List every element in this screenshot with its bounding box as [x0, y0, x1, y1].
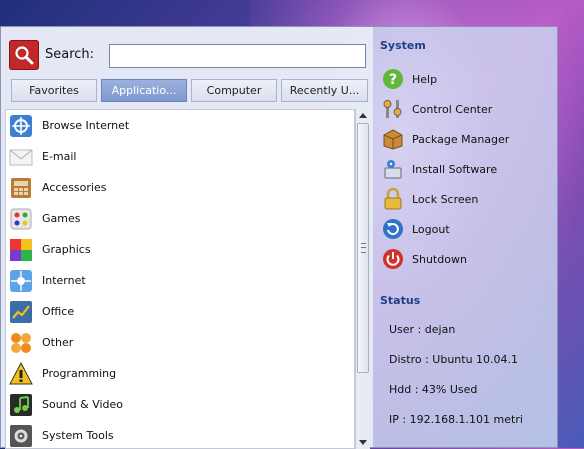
list-item[interactable]: Internet [6, 265, 354, 296]
category-label: Other [42, 336, 74, 349]
system-item-lock-screen[interactable]: Lock Screen [381, 186, 478, 212]
office-icon [8, 299, 34, 325]
menu-left-pane: Search: Favorites Applicatio... Computer… [1, 27, 373, 449]
search-input[interactable] [109, 44, 366, 68]
install-software-icon [381, 157, 405, 181]
category-label: E-mail [42, 150, 77, 163]
other-icon [8, 330, 34, 356]
category-label: Games [42, 212, 81, 225]
tab-recently-used[interactable]: Recently U... [281, 79, 368, 102]
system-item-label: Control Center [412, 102, 493, 116]
system-item-label: Install Software [412, 162, 498, 176]
list-item[interactable]: Other [6, 327, 354, 358]
category-label: Office [42, 305, 75, 318]
status-distro: Distro : Ubuntu 10.04.1 [389, 353, 519, 366]
list-item[interactable]: Sound & Video [6, 389, 354, 420]
status-user: User : dejan [389, 323, 456, 336]
tab-computer[interactable]: Computer [191, 79, 277, 102]
tab-applications[interactable]: Applicatio... [101, 79, 187, 102]
list-item[interactable]: Browse Internet [6, 110, 354, 141]
list-item[interactable]: E-mail [6, 141, 354, 172]
logout-icon [381, 217, 405, 241]
search-label: Search: [45, 47, 95, 62]
list-item[interactable]: Graphics [6, 234, 354, 265]
graphics-icon [8, 237, 34, 263]
programming-icon [8, 361, 34, 387]
category-label: Sound & Video [42, 398, 124, 411]
sound-video-icon [8, 392, 34, 418]
category-label: Internet [42, 274, 86, 287]
list-item[interactable]: Programming [6, 358, 354, 389]
status-section-title: Status [380, 294, 421, 307]
control-center-icon [381, 97, 405, 121]
list-item[interactable]: System Tools [6, 420, 354, 449]
application-menu: Search: Favorites Applicatio... Computer… [0, 26, 558, 449]
scroll-down-arrow-icon[interactable] [359, 440, 367, 445]
lock-icon [381, 187, 405, 211]
email-icon [8, 144, 34, 170]
category-label: Graphics [42, 243, 91, 256]
svg-text:?: ? [389, 72, 397, 88]
grip-icon [361, 243, 366, 253]
list-item[interactable]: Accessories [6, 172, 354, 203]
menu-right-pane: System ? Help Control Center Package Man… [373, 27, 557, 447]
list-item[interactable]: Office [6, 296, 354, 327]
scroll-up-arrow-icon[interactable] [359, 113, 367, 118]
system-item-install-software[interactable]: Install Software [381, 156, 497, 182]
package-manager-icon [381, 127, 405, 151]
category-label: System Tools [42, 429, 114, 442]
system-item-label: Logout [412, 222, 450, 236]
system-item-control-center[interactable]: Control Center [381, 96, 492, 122]
internet-icon [8, 268, 34, 294]
system-tools-icon [8, 423, 34, 449]
system-item-label: Shutdown [412, 252, 467, 266]
scroll-thumb[interactable] [357, 123, 369, 373]
browser-icon [8, 113, 34, 139]
accessories-icon [8, 175, 34, 201]
tab-bar: Favorites Applicatio... Computer Recentl… [11, 79, 369, 103]
category-label: Accessories [42, 181, 107, 194]
tab-favorites[interactable]: Favorites [11, 79, 97, 102]
system-item-label: Help [412, 72, 438, 86]
system-item-package-manager[interactable]: Package Manager [381, 126, 509, 152]
category-label: Browse Internet [42, 119, 130, 132]
games-icon [8, 206, 34, 232]
system-item-label: Lock Screen [412, 192, 479, 206]
search-icon[interactable] [9, 40, 39, 70]
category-list: Browse Internet E-mail Accessories Games [5, 109, 355, 449]
system-item-logout[interactable]: Logout [381, 216, 450, 242]
system-item-label: Package Manager [412, 132, 510, 146]
shutdown-icon [381, 247, 405, 271]
system-item-help[interactable]: ? Help [381, 66, 437, 92]
status-hdd: Hdd : 43% Used [389, 383, 478, 396]
help-icon: ? [381, 67, 405, 91]
category-scrollbar[interactable] [355, 109, 370, 449]
system-item-shutdown[interactable]: Shutdown [381, 246, 467, 272]
list-item[interactable]: Games [6, 203, 354, 234]
system-section-title: System [380, 39, 426, 52]
status-ip: IP : 192.168.1.101 metri [389, 413, 523, 426]
category-label: Programming [42, 367, 117, 380]
